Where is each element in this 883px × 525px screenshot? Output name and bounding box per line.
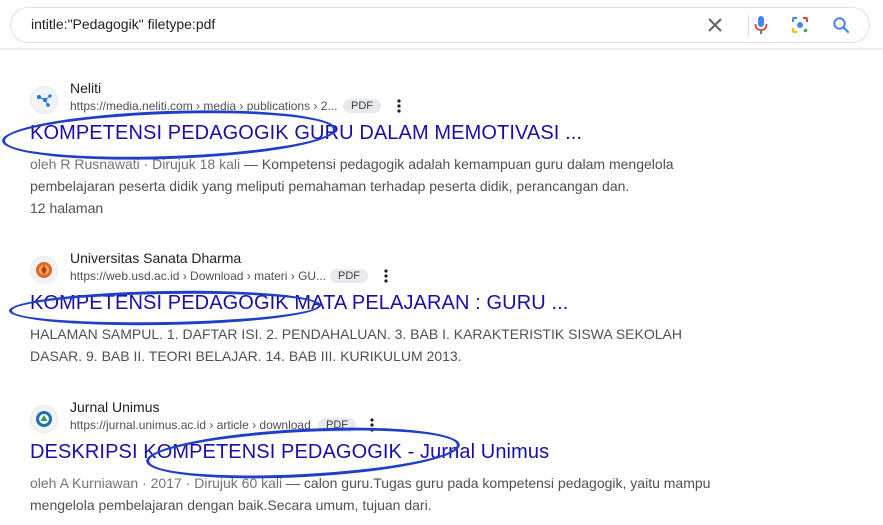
pdf-badge: PDF	[318, 418, 356, 432]
close-icon[interactable]	[705, 15, 725, 35]
result-title-link[interactable]: KOMPETENSI PEDAGOGIK MATA PELAJARAN : GU…	[30, 292, 568, 315]
search-bar	[10, 7, 870, 43]
more-options-icon[interactable]	[394, 97, 404, 115]
lens-icon[interactable]	[790, 15, 810, 35]
more-options-icon[interactable]	[381, 267, 391, 285]
result-title-link[interactable]: KOMPETENSI PEDAGOGIK GURU DALAM MEMOTIVA…	[30, 122, 582, 145]
site-url[interactable]: https://media.neliti.com › media › publi…	[70, 99, 337, 113]
site-url[interactable]: https://web.usd.ac.id › Download › mater…	[70, 269, 326, 283]
result-title-link[interactable]: DESKRIPSI KOMPETENSI PEDAGOGIK - Jurnal …	[30, 441, 549, 464]
header-divider	[0, 48, 883, 52]
site-name[interactable]: Universitas Sanata Dharma	[70, 250, 241, 266]
result-page-count: 12 halaman	[30, 200, 104, 216]
site-url[interactable]: https://jurnal.unimus.ac.id › article › …	[70, 418, 311, 432]
pdf-badge: PDF	[330, 269, 368, 283]
result-meta: oleh A Kurniawan · 2017 · Dirujuk 60 kal…	[30, 475, 283, 491]
site-name[interactable]: Neliti	[70, 80, 101, 96]
neliti-favicon-icon[interactable]	[30, 86, 58, 114]
unimus-favicon-icon[interactable]	[30, 405, 58, 433]
microphone-icon[interactable]	[751, 15, 771, 35]
more-options-icon[interactable]	[367, 416, 377, 434]
search-icon[interactable]	[831, 15, 851, 35]
usd-favicon-icon[interactable]	[30, 256, 58, 284]
result-meta: oleh R Rusnawati · Dirujuk 18 kali	[30, 156, 241, 172]
result-snippet: oleh A Kurniawan · 2017 · Dirujuk 60 kal…	[30, 472, 720, 516]
search-input[interactable]	[31, 16, 671, 32]
result-snippet: oleh R Rusnawati · Dirujuk 18 kali — Kom…	[30, 153, 720, 197]
pdf-badge: PDF	[343, 99, 381, 113]
result-snippet: HALAMAN SAMPUL. 1. DAFTAR ISI. 2. PENDAH…	[30, 326, 682, 364]
search-bar-divider	[748, 15, 749, 37]
site-name[interactable]: Jurnal Unimus	[70, 399, 159, 415]
